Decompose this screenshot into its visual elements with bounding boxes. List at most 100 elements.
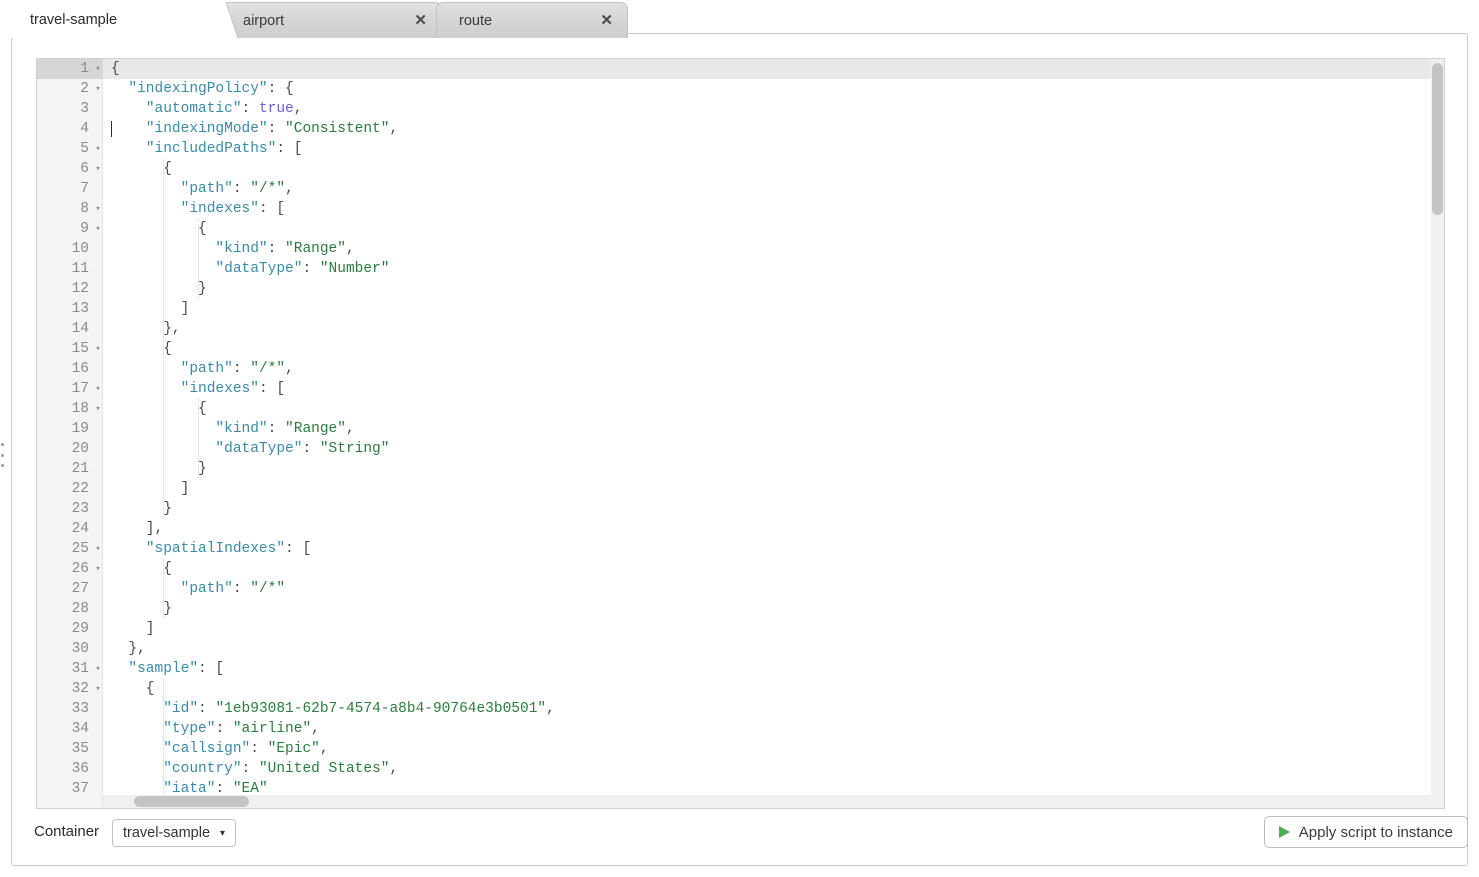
code-text: } (111, 459, 207, 479)
line-number: 6 (37, 159, 89, 179)
code-line[interactable]: 20 "dataType": "String" (37, 439, 1444, 459)
code-line[interactable]: 14 }, (37, 319, 1444, 339)
code-line[interactable]: 10 "kind": "Range", (37, 239, 1444, 259)
fold-toggle-icon[interactable]: ▾ (93, 559, 103, 579)
code-line[interactable]: 18▾ { (37, 399, 1444, 419)
token-p: : (233, 581, 250, 597)
code-line[interactable]: 35 "callsign": "Epic", (37, 739, 1444, 759)
fold-toggle-icon[interactable]: ▾ (93, 679, 103, 699)
code-line[interactable]: 13 ] (37, 299, 1444, 319)
code-line[interactable]: 11 "dataType": "Number" (37, 259, 1444, 279)
fold-toggle-icon[interactable]: ▾ (93, 539, 103, 559)
play-icon (1279, 826, 1290, 838)
token-p: ], (111, 521, 163, 537)
line-background (103, 219, 1444, 239)
code-line[interactable]: 7 "path": "/*", (37, 179, 1444, 199)
tab-close-icon[interactable]: ✕ (600, 13, 613, 28)
code-line[interactable]: 28 } (37, 599, 1444, 619)
token-k: "path" (181, 181, 233, 197)
code-lines[interactable]: 1▾{2▾ "indexingPolicy": {3 "automatic": … (37, 59, 1444, 794)
code-line[interactable]: 25▾ "spatialIndexes": [ (37, 539, 1444, 559)
vertical-scrollbar-thumb[interactable] (1432, 63, 1443, 215)
code-line[interactable]: 3 "automatic": true, (37, 99, 1444, 119)
tab-airport[interactable]: airport✕ (220, 2, 442, 38)
token-p: }, (111, 641, 146, 657)
token-k: "automatic" (146, 101, 242, 117)
code-line[interactable]: 8▾ "indexes": [ (37, 199, 1444, 219)
code-line[interactable]: 21 } (37, 459, 1444, 479)
fold-toggle-icon[interactable]: ▾ (93, 399, 103, 419)
code-line[interactable]: 33 "id": "1eb93081-62b7-4574-a8b4-90764e… (37, 699, 1444, 719)
token-s: "/*" (250, 581, 285, 597)
token-s: "String" (320, 441, 390, 457)
token-p: : [ (198, 661, 224, 677)
fold-toggle-icon[interactable]: ▾ (93, 159, 103, 179)
code-line[interactable]: 34 "type": "airline", (37, 719, 1444, 739)
token-p: ] (111, 301, 189, 317)
fold-toggle-icon[interactable]: ▾ (93, 379, 103, 399)
tab-route[interactable]: route✕ (436, 2, 628, 38)
token-p: : (242, 101, 259, 117)
code-line[interactable]: 29 ] (37, 619, 1444, 639)
code-line[interactable]: 19 "kind": "Range", (37, 419, 1444, 439)
panel-resize-handle[interactable] (1, 443, 6, 467)
code-line[interactable]: 5▾ "includedPaths": [ (37, 139, 1444, 159)
code-line[interactable]: 6▾ { (37, 159, 1444, 179)
code-line[interactable]: 2▾ "indexingPolicy": { (37, 79, 1444, 99)
code-line[interactable]: 16 "path": "/*", (37, 359, 1444, 379)
line-background (103, 599, 1444, 619)
tab-close-icon[interactable]: ✕ (414, 13, 427, 28)
code-line[interactable]: 23 } (37, 499, 1444, 519)
code-line[interactable]: 15▾ { (37, 339, 1444, 359)
code-text: { (111, 399, 207, 419)
code-text: "path": "/*", (111, 359, 294, 379)
code-line[interactable]: 36 "country": "United States", (37, 759, 1444, 779)
code-line[interactable]: 4 "indexingMode": "Consistent", (37, 119, 1444, 139)
container-select[interactable]: travel-sample ▾ (112, 819, 236, 847)
code-line[interactable]: 17▾ "indexes": [ (37, 379, 1444, 399)
code-line[interactable]: 32▾ { (37, 679, 1444, 699)
horizontal-scrollbar[interactable] (103, 795, 1431, 808)
token-p (111, 441, 215, 457)
fold-toggle-icon[interactable]: ▾ (93, 219, 103, 239)
token-p (111, 201, 181, 217)
apply-script-button[interactable]: Apply script to instance (1264, 816, 1468, 848)
code-line[interactable]: 9▾ { (37, 219, 1444, 239)
line-background (103, 279, 1444, 299)
code-line[interactable]: 12 } (37, 279, 1444, 299)
code-text: { (111, 679, 155, 699)
fold-toggle-icon[interactable]: ▾ (93, 139, 103, 159)
line-background (103, 339, 1444, 359)
apply-script-button-label: Apply script to instance (1299, 824, 1453, 841)
fold-toggle-icon[interactable]: ▾ (93, 59, 103, 79)
code-line[interactable]: 1▾{ (37, 59, 1444, 79)
vertical-scrollbar[interactable] (1431, 59, 1444, 808)
token-k: "kind" (215, 241, 267, 257)
fold-toggle-icon[interactable]: ▾ (93, 79, 103, 99)
horizontal-scrollbar-thumb[interactable] (134, 796, 249, 807)
drag-dot (1, 454, 4, 457)
code-text: "dataType": "String" (111, 439, 389, 459)
code-line[interactable]: 24 ], (37, 519, 1444, 539)
token-p: ] (111, 481, 189, 497)
code-line[interactable]: 26▾ { (37, 559, 1444, 579)
code-line[interactable]: 30 }, (37, 639, 1444, 659)
code-line[interactable]: 27 "path": "/*" (37, 579, 1444, 599)
code-line[interactable]: 22 ] (37, 479, 1444, 499)
tab-travel-sample[interactable]: travel-sample (8, 2, 226, 38)
code-text: "callsign": "Epic", (111, 739, 329, 759)
line-number: 22 (37, 479, 89, 499)
token-s: "airline" (233, 721, 311, 737)
code-line[interactable]: 31▾ "sample": [ (37, 659, 1444, 679)
fold-toggle-icon[interactable]: ▾ (93, 659, 103, 679)
token-p: : (198, 701, 215, 717)
token-p: { (111, 61, 120, 77)
fold-toggle-icon[interactable]: ▾ (93, 199, 103, 219)
token-p: , (285, 181, 294, 197)
token-s: "Number" (320, 261, 390, 277)
token-p: , (389, 761, 398, 777)
code-editor[interactable]: 1▾{2▾ "indexingPolicy": {3 "automatic": … (36, 58, 1445, 809)
token-s: "/*" (250, 181, 285, 197)
fold-toggle-icon[interactable]: ▾ (93, 339, 103, 359)
line-background (103, 199, 1444, 219)
